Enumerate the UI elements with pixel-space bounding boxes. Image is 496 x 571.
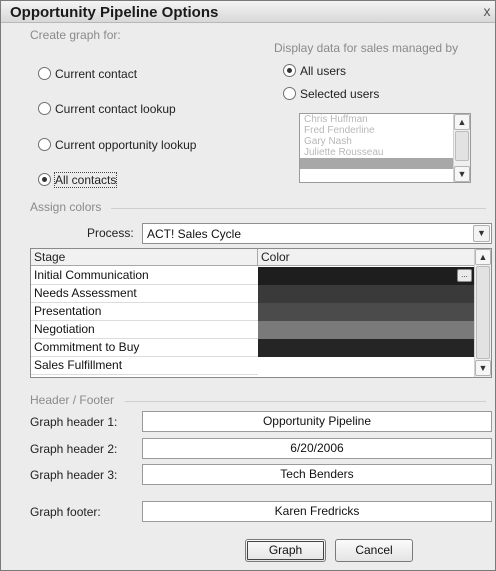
process-value: ACT! Sales Cycle — [147, 227, 242, 241]
radio-current-opportunity-lookup-label[interactable]: Current opportunity lookup — [55, 138, 196, 152]
scroll-thumb[interactable] — [455, 131, 469, 161]
users-scrollbar[interactable]: ▲ ▼ — [453, 114, 470, 182]
table-row[interactable]: Negotiation — [31, 321, 475, 339]
column-header-color[interactable]: Color — [261, 250, 290, 264]
graph-header-3-field[interactable]: Tech Benders — [142, 464, 492, 485]
stage-cell[interactable]: Presentation — [34, 304, 101, 318]
color-cell[interactable] — [258, 339, 474, 357]
title-bar: Opportunity Pipeline Options x — [1, 1, 495, 23]
list-item[interactable]: Gary Nash — [300, 136, 454, 147]
stage-cell[interactable]: Initial Communication — [34, 268, 149, 282]
radio-all-users-label[interactable]: All users — [300, 64, 346, 78]
list-item[interactable]: Chris Huffman — [300, 114, 454, 125]
graph-header-1-label: Graph header 1: — [30, 415, 118, 429]
table-row[interactable]: Presentation — [31, 303, 475, 321]
radio-selected-users[interactable] — [283, 87, 296, 100]
list-item[interactable]: Fred Fenderline — [300, 125, 454, 136]
table-row[interactable]: Initial Communication... — [31, 267, 475, 285]
users-list: Chris Huffman Fred Fenderline Gary Nash … — [300, 114, 454, 182]
color-picker-button[interactable]: ... — [457, 269, 472, 282]
radio-current-contact-lookup-label[interactable]: Current contact lookup — [55, 102, 176, 116]
color-cell[interactable] — [258, 285, 474, 303]
stage-cell[interactable]: Sales Fulfillment — [34, 358, 122, 372]
radio-all-contacts[interactable] — [38, 173, 51, 186]
process-label: Process: — [87, 226, 134, 240]
users-listbox[interactable]: Chris Huffman Fred Fenderline Gary Nash … — [299, 113, 471, 183]
close-icon[interactable]: x — [480, 3, 494, 19]
header-footer-label: Header / Footer — [30, 393, 115, 407]
dialog-title: Opportunity Pipeline Options — [10, 4, 219, 21]
scroll-thumb[interactable] — [476, 266, 490, 359]
column-divider — [257, 249, 258, 266]
radio-selected-users-label[interactable]: Selected users — [300, 87, 379, 101]
opportunity-pipeline-options-dialog: Opportunity Pipeline Options x Create gr… — [0, 0, 496, 571]
graph-header-3-label: Graph header 3: — [30, 468, 118, 482]
display-data-label: Display data for sales managed by — [274, 41, 459, 55]
list-item[interactable]: Karen Fredricks — [300, 158, 454, 169]
column-header-stage[interactable]: Stage — [34, 250, 65, 264]
graph-footer-label: Graph footer: — [30, 505, 101, 519]
header-footer-divider — [125, 401, 486, 402]
stage-cell[interactable]: Commitment to Buy — [34, 340, 139, 354]
process-select[interactable]: ACT! Sales Cycle ▼ — [142, 223, 492, 244]
color-cell[interactable]: ... — [258, 267, 474, 285]
table-row[interactable]: Commitment to Buy — [31, 339, 475, 357]
scroll-up-icon[interactable]: ▲ — [454, 114, 470, 130]
scroll-up-icon[interactable]: ▲ — [475, 249, 491, 265]
scroll-down-icon[interactable]: ▼ — [475, 360, 491, 376]
graph-header-2-field[interactable]: 6/20/2006 — [142, 438, 492, 459]
scroll-down-icon[interactable]: ▼ — [454, 166, 470, 182]
table-row[interactable]: Sales Fulfillment — [31, 357, 475, 375]
create-graph-label: Create graph for: — [30, 28, 121, 42]
color-cell[interactable] — [258, 303, 474, 321]
color-cell[interactable] — [258, 357, 474, 375]
radio-current-opportunity-lookup[interactable] — [38, 138, 51, 151]
table-row[interactable]: Needs Assessment — [31, 285, 475, 303]
list-item[interactable]: Juliette Rousseau — [300, 147, 454, 158]
radio-current-contact-label[interactable]: Current contact — [55, 67, 137, 81]
radio-all-users[interactable] — [283, 64, 296, 77]
graph-button[interactable]: Graph — [245, 539, 326, 562]
assign-colors-label: Assign colors — [30, 200, 102, 214]
stage-cell[interactable]: Needs Assessment — [34, 286, 137, 300]
graph-header-1-field[interactable]: Opportunity Pipeline — [142, 411, 492, 432]
radio-current-contact[interactable] — [38, 67, 51, 80]
stage-cell[interactable]: Negotiation — [34, 322, 95, 336]
radio-all-contacts-label[interactable]: All contacts — [53, 172, 118, 188]
grid-scrollbar[interactable]: ▲ ▼ — [474, 249, 491, 377]
chevron-down-icon[interactable]: ▼ — [473, 225, 490, 242]
grid-header: Stage Color — [31, 249, 475, 266]
cancel-button[interactable]: Cancel — [335, 539, 413, 562]
radio-current-contact-lookup[interactable] — [38, 102, 51, 115]
assign-colors-divider — [111, 208, 486, 209]
graph-footer-field[interactable]: Karen Fredricks — [142, 501, 492, 522]
color-cell[interactable] — [258, 321, 474, 339]
stage-color-grid: Stage Color Initial Communication... Need… — [30, 248, 492, 378]
graph-header-2-label: Graph header 2: — [30, 442, 118, 456]
